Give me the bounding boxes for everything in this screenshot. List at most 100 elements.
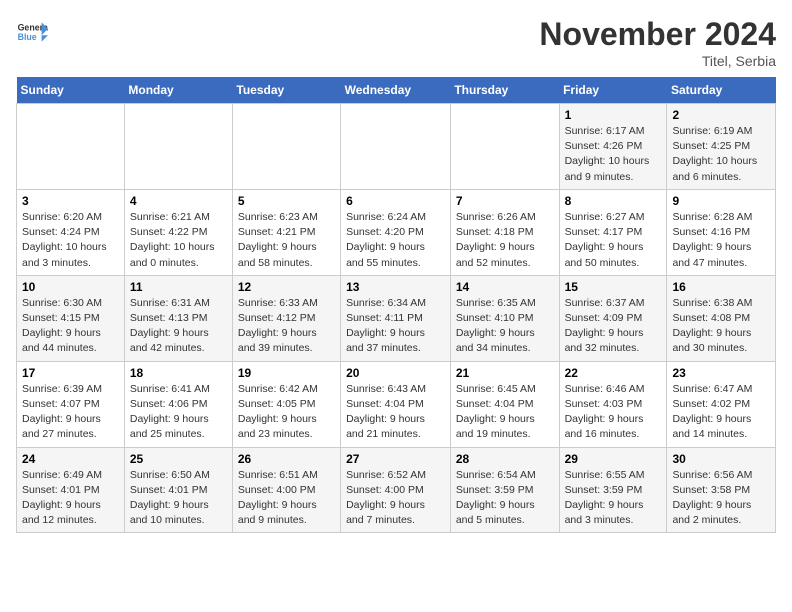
- calendar-cell: 28 Sunrise: 6:54 AMSunset: 3:59 PMDayligh…: [450, 447, 559, 533]
- day-number: 30: [672, 452, 770, 466]
- day-number: 7: [456, 194, 554, 208]
- day-number: 2: [672, 108, 770, 122]
- day-number: 21: [456, 366, 554, 380]
- day-number: 11: [130, 280, 227, 294]
- day-info: Sunrise: 6:56 AMSunset: 3:58 PMDaylight:…: [672, 468, 770, 529]
- day-number: 5: [238, 194, 335, 208]
- day-info: Sunrise: 6:37 AMSunset: 4:09 PMDaylight:…: [565, 296, 662, 357]
- day-number: 22: [565, 366, 662, 380]
- calendar-cell: 2 Sunrise: 6:19 AMSunset: 4:25 PMDaylight…: [667, 104, 776, 190]
- day-info: Sunrise: 6:20 AMSunset: 4:24 PMDaylight:…: [22, 210, 119, 271]
- day-number: 13: [346, 280, 445, 294]
- day-number: 16: [672, 280, 770, 294]
- day-info: Sunrise: 6:21 AMSunset: 4:22 PMDaylight:…: [130, 210, 227, 271]
- day-info: Sunrise: 6:52 AMSunset: 4:00 PMDaylight:…: [346, 468, 445, 529]
- day-info: Sunrise: 6:19 AMSunset: 4:25 PMDaylight:…: [672, 124, 770, 185]
- calendar-cell: [341, 104, 451, 190]
- calendar-cell: 23 Sunrise: 6:47 AMSunset: 4:02 PMDayligh…: [667, 361, 776, 447]
- calendar-cell: 24 Sunrise: 6:49 AMSunset: 4:01 PMDayligh…: [17, 447, 125, 533]
- calendar-cell: 10Sunrise: 6:30 AMSunset: 4:15 PMDayligh…: [17, 275, 125, 361]
- day-number: 1: [565, 108, 662, 122]
- calendar-cell: 17 Sunrise: 6:39 AMSunset: 4:07 PMDayligh…: [17, 361, 125, 447]
- calendar-cell: 26 Sunrise: 6:51 AMSunset: 4:00 PMDayligh…: [232, 447, 340, 533]
- calendar-header: SundayMondayTuesdayWednesdayThursdayFrid…: [17, 77, 776, 104]
- header-cell-thursday: Thursday: [450, 77, 559, 104]
- location: Titel, Serbia: [539, 53, 776, 69]
- calendar-cell: 4 Sunrise: 6:21 AMSunset: 4:22 PMDaylight…: [124, 189, 232, 275]
- week-row: 17 Sunrise: 6:39 AMSunset: 4:07 PMDayligh…: [17, 361, 776, 447]
- day-info: Sunrise: 6:47 AMSunset: 4:02 PMDaylight:…: [672, 382, 770, 443]
- day-number: 23: [672, 366, 770, 380]
- day-number: 20: [346, 366, 445, 380]
- calendar-cell: 18 Sunrise: 6:41 AMSunset: 4:06 PMDayligh…: [124, 361, 232, 447]
- svg-text:Blue: Blue: [18, 32, 37, 42]
- day-info: Sunrise: 6:38 AMSunset: 4:08 PMDaylight:…: [672, 296, 770, 357]
- calendar-cell: 19 Sunrise: 6:42 AMSunset: 4:05 PMDayligh…: [232, 361, 340, 447]
- day-number: 12: [238, 280, 335, 294]
- week-row: 10Sunrise: 6:30 AMSunset: 4:15 PMDayligh…: [17, 275, 776, 361]
- day-info: Sunrise: 6:42 AMSunset: 4:05 PMDaylight:…: [238, 382, 335, 443]
- day-info: Sunrise: 6:24 AMSunset: 4:20 PMDaylight:…: [346, 210, 445, 271]
- day-number: 15: [565, 280, 662, 294]
- logo-icon: General Blue: [16, 16, 48, 48]
- day-number: 3: [22, 194, 119, 208]
- day-info: Sunrise: 6:30 AMSunset: 4:15 PMDaylight:…: [22, 296, 119, 357]
- day-info: Sunrise: 6:43 AMSunset: 4:04 PMDaylight:…: [346, 382, 445, 443]
- header-cell-monday: Monday: [124, 77, 232, 104]
- calendar-cell: [232, 104, 340, 190]
- day-info: Sunrise: 6:34 AMSunset: 4:11 PMDaylight:…: [346, 296, 445, 357]
- calendar-cell: 11 Sunrise: 6:31 AMSunset: 4:13 PMDayligh…: [124, 275, 232, 361]
- month-title: November 2024: [539, 16, 776, 53]
- day-number: 19: [238, 366, 335, 380]
- calendar-table: SundayMondayTuesdayWednesdayThursdayFrid…: [16, 77, 776, 533]
- day-info: Sunrise: 6:27 AMSunset: 4:17 PMDaylight:…: [565, 210, 662, 271]
- calendar-cell: [124, 104, 232, 190]
- calendar-cell: [17, 104, 125, 190]
- calendar-cell: 21 Sunrise: 6:45 AMSunset: 4:04 PMDayligh…: [450, 361, 559, 447]
- calendar-cell: 13 Sunrise: 6:34 AMSunset: 4:11 PMDayligh…: [341, 275, 451, 361]
- day-info: Sunrise: 6:54 AMSunset: 3:59 PMDaylight:…: [456, 468, 554, 529]
- day-number: 26: [238, 452, 335, 466]
- day-number: 28: [456, 452, 554, 466]
- calendar-cell: 20 Sunrise: 6:43 AMSunset: 4:04 PMDayligh…: [341, 361, 451, 447]
- calendar-cell: 14 Sunrise: 6:35 AMSunset: 4:10 PMDayligh…: [450, 275, 559, 361]
- week-row: 24 Sunrise: 6:49 AMSunset: 4:01 PMDayligh…: [17, 447, 776, 533]
- day-number: 9: [672, 194, 770, 208]
- logo: General Blue: [16, 16, 48, 48]
- calendar-cell: 30 Sunrise: 6:56 AMSunset: 3:58 PMDayligh…: [667, 447, 776, 533]
- day-info: Sunrise: 6:51 AMSunset: 4:00 PMDaylight:…: [238, 468, 335, 529]
- calendar-cell: 7Sunrise: 6:26 AMSunset: 4:18 PMDaylight…: [450, 189, 559, 275]
- calendar-cell: 1 Sunrise: 6:17 AMSunset: 4:26 PMDaylight…: [559, 104, 667, 190]
- header-cell-saturday: Saturday: [667, 77, 776, 104]
- title-area: November 2024 Titel, Serbia: [539, 16, 776, 69]
- day-info: Sunrise: 6:35 AMSunset: 4:10 PMDaylight:…: [456, 296, 554, 357]
- day-number: 27: [346, 452, 445, 466]
- calendar-cell: 5 Sunrise: 6:23 AMSunset: 4:21 PMDaylight…: [232, 189, 340, 275]
- day-number: 24: [22, 452, 119, 466]
- header-cell-friday: Friday: [559, 77, 667, 104]
- day-info: Sunrise: 6:45 AMSunset: 4:04 PMDaylight:…: [456, 382, 554, 443]
- header: General Blue November 2024 Titel, Serbia: [16, 16, 776, 69]
- header-cell-tuesday: Tuesday: [232, 77, 340, 104]
- day-info: Sunrise: 6:50 AMSunset: 4:01 PMDaylight:…: [130, 468, 227, 529]
- day-info: Sunrise: 6:49 AMSunset: 4:01 PMDaylight:…: [22, 468, 119, 529]
- day-number: 4: [130, 194, 227, 208]
- day-info: Sunrise: 6:41 AMSunset: 4:06 PMDaylight:…: [130, 382, 227, 443]
- header-cell-wednesday: Wednesday: [341, 77, 451, 104]
- day-number: 18: [130, 366, 227, 380]
- header-cell-sunday: Sunday: [17, 77, 125, 104]
- calendar-cell: 6Sunrise: 6:24 AMSunset: 4:20 PMDaylight…: [341, 189, 451, 275]
- day-info: Sunrise: 6:33 AMSunset: 4:12 PMDaylight:…: [238, 296, 335, 357]
- day-info: Sunrise: 6:23 AMSunset: 4:21 PMDaylight:…: [238, 210, 335, 271]
- day-number: 17: [22, 366, 119, 380]
- calendar-body: 1 Sunrise: 6:17 AMSunset: 4:26 PMDaylight…: [17, 104, 776, 533]
- day-info: Sunrise: 6:55 AMSunset: 3:59 PMDaylight:…: [565, 468, 662, 529]
- day-info: Sunrise: 6:17 AMSunset: 4:26 PMDaylight:…: [565, 124, 662, 185]
- day-number: 14: [456, 280, 554, 294]
- week-row: 3 Sunrise: 6:20 AMSunset: 4:24 PMDaylight…: [17, 189, 776, 275]
- calendar-cell: 9Sunrise: 6:28 AMSunset: 4:16 PMDaylight…: [667, 189, 776, 275]
- header-row: SundayMondayTuesdayWednesdayThursdayFrid…: [17, 77, 776, 104]
- day-info: Sunrise: 6:39 AMSunset: 4:07 PMDaylight:…: [22, 382, 119, 443]
- day-info: Sunrise: 6:31 AMSunset: 4:13 PMDaylight:…: [130, 296, 227, 357]
- calendar-cell: 8Sunrise: 6:27 AMSunset: 4:17 PMDaylight…: [559, 189, 667, 275]
